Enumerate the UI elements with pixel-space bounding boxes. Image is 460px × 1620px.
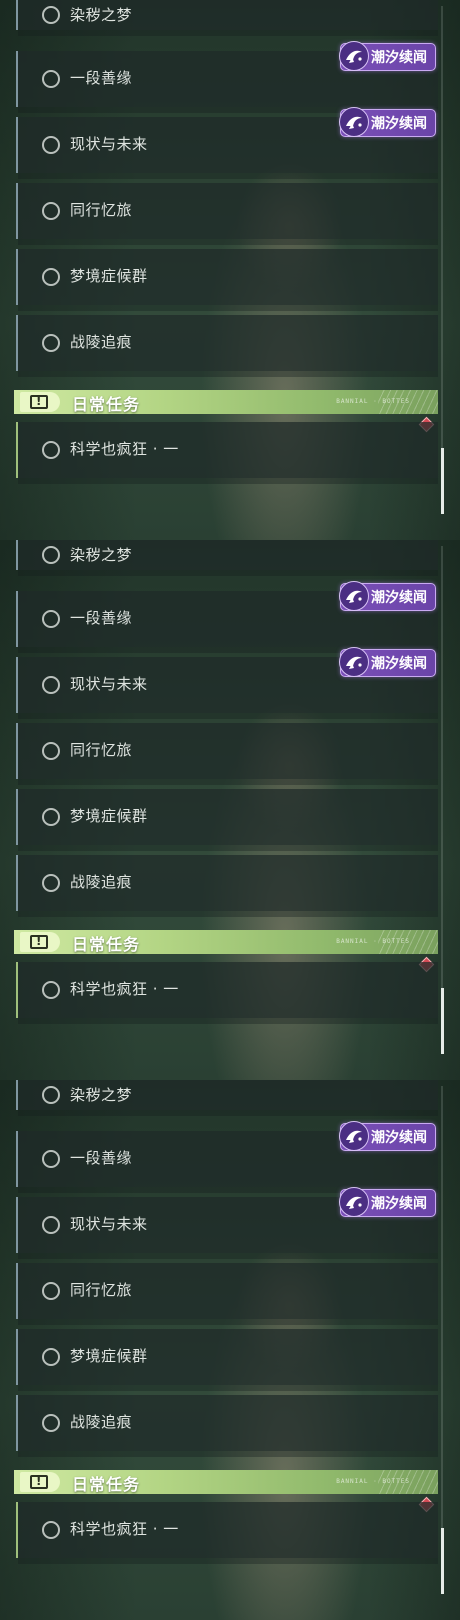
ring-icon	[42, 6, 60, 24]
badge-label: 潮汐续闻	[371, 656, 427, 672]
tidal-story-badge: 潮汐续闻	[339, 41, 436, 71]
ring-icon	[42, 1216, 60, 1234]
ring-icon	[42, 1521, 60, 1539]
scrollbar-thumb[interactable]	[441, 448, 444, 514]
section-title: 日常任务	[72, 935, 141, 954]
section-icon-tab	[20, 1472, 60, 1492]
daily-quest-row[interactable]: 科学也疯狂 · 一	[16, 962, 438, 1024]
quest-label: 战陵追痕	[70, 333, 133, 351]
daily-quest-row[interactable]: 科学也疯狂 · 一	[16, 1502, 438, 1564]
quest-row-tongxing[interactable]: 同行忆旅	[16, 723, 438, 785]
quest-label: 同行忆旅	[70, 741, 133, 759]
tidal-story-badge: 潮汐续闻	[339, 647, 436, 677]
quest-row-ranhui[interactable]: 染秽之梦	[16, 540, 438, 576]
scrollbar-track[interactable]	[441, 1086, 443, 1586]
quest-list-panel: 染秽之梦 一段善缘 现状与未来 同行忆旅 梦境症候群 战陵追痕 潮汐续闻 潮汐续…	[0, 1080, 460, 1620]
quest-list-panel: 染秽之梦 一段善缘 现状与未来 同行忆旅 梦境症候群 战陵追痕 潮汐续闻 潮汐续…	[0, 0, 460, 540]
tidal-story-badge: 潮汐续闻	[339, 107, 436, 137]
quest-label: 现状与未来	[70, 675, 148, 693]
ring-icon	[42, 1414, 60, 1432]
section-icon-tab	[20, 392, 60, 412]
tidal-wave-icon	[339, 647, 369, 677]
quest-label: 染秽之梦	[70, 6, 133, 24]
ring-icon	[42, 1282, 60, 1300]
quest-label: 科学也疯狂 · 一	[70, 980, 179, 998]
badge-label: 潮汐续闻	[371, 1196, 427, 1212]
quest-row-zhanling[interactable]: 战陵追痕	[16, 315, 438, 377]
quest-row-mengjing[interactable]: 梦境症候群	[16, 789, 438, 851]
ring-icon	[42, 1348, 60, 1366]
quest-row-ranhui[interactable]: 染秽之梦	[16, 0, 438, 36]
badge-label: 潮汐续闻	[371, 116, 427, 132]
tidal-wave-icon	[339, 41, 369, 71]
quest-row-tongxing[interactable]: 同行忆旅	[16, 1263, 438, 1325]
scrollbar-thumb[interactable]	[441, 988, 444, 1054]
exclamation-box-icon	[30, 394, 48, 409]
daily-quest-row[interactable]: 科学也疯狂 · 一	[16, 422, 438, 484]
quest-label: 梦境症候群	[70, 1347, 148, 1365]
ring-icon	[42, 1150, 60, 1168]
quest-label: 现状与未来	[70, 1215, 148, 1233]
tidal-wave-icon	[339, 581, 369, 611]
badge-label: 潮汐续闻	[371, 590, 427, 606]
ring-icon	[42, 70, 60, 88]
quest-label: 同行忆旅	[70, 1281, 133, 1299]
ring-icon	[42, 1086, 60, 1104]
section-title: 日常任务	[72, 1475, 141, 1494]
tidal-wave-icon	[339, 1187, 369, 1217]
quest-label: 一段善缘	[70, 1149, 133, 1167]
quest-label: 科学也疯狂 · 一	[70, 440, 179, 458]
tidal-story-badge: 潮汐续闻	[339, 1121, 436, 1151]
quest-list-panel: 染秽之梦 一段善缘 现状与未来 同行忆旅 梦境症候群 战陵追痕 潮汐续闻 潮汐续…	[0, 540, 460, 1080]
ring-icon	[42, 334, 60, 352]
quest-label: 染秽之梦	[70, 1086, 133, 1104]
daily-quests-header[interactable]: 日常任务 BANNIAL · BOTTES	[14, 1470, 438, 1494]
quest-label: 现状与未来	[70, 135, 148, 153]
section-stripes	[378, 1470, 438, 1494]
scrollbar-track[interactable]	[441, 546, 443, 1046]
quest-row-ranhui[interactable]: 染秽之梦	[16, 1080, 438, 1116]
section-icon-tab	[20, 932, 60, 952]
quest-label: 战陵追痕	[70, 873, 133, 891]
quest-label: 科学也疯狂 · 一	[70, 1520, 179, 1538]
quest-label: 一段善缘	[70, 69, 133, 87]
ring-icon	[42, 268, 60, 286]
badge-label: 潮汐续闻	[371, 1130, 427, 1146]
ring-icon	[42, 441, 60, 459]
tidal-story-badge: 潮汐续闻	[339, 1187, 436, 1217]
quest-label: 战陵追痕	[70, 1413, 133, 1431]
quest-label: 一段善缘	[70, 609, 133, 627]
ring-icon	[42, 874, 60, 892]
section-stripes	[378, 390, 438, 414]
tidal-wave-icon	[339, 1121, 369, 1151]
daily-quests-header[interactable]: 日常任务 BANNIAL · BOTTES	[14, 930, 438, 954]
tidal-story-badge: 潮汐续闻	[339, 581, 436, 611]
badge-label: 潮汐续闻	[371, 50, 427, 66]
scrollbar-track[interactable]	[441, 6, 443, 506]
ring-icon	[42, 676, 60, 694]
tidal-wave-icon	[339, 107, 369, 137]
ring-icon	[42, 202, 60, 220]
quest-row-zhanling[interactable]: 战陵追痕	[16, 855, 438, 917]
section-title: 日常任务	[72, 395, 141, 414]
quest-row-mengjing[interactable]: 梦境症候群	[16, 249, 438, 311]
scrollbar-thumb[interactable]	[441, 1528, 444, 1594]
section-stripes	[378, 930, 438, 954]
ring-icon	[42, 546, 60, 564]
quest-label: 梦境症候群	[70, 807, 148, 825]
exclamation-box-icon	[30, 1474, 48, 1489]
exclamation-box-icon	[30, 934, 48, 949]
ring-icon	[42, 610, 60, 628]
quest-row-zhanling[interactable]: 战陵追痕	[16, 1395, 438, 1457]
quest-label: 梦境症候群	[70, 267, 148, 285]
quest-label: 同行忆旅	[70, 201, 133, 219]
daily-quests-header[interactable]: 日常任务 BANNIAL · BOTTES	[14, 390, 438, 414]
quest-label: 染秽之梦	[70, 546, 133, 564]
quest-row-mengjing[interactable]: 梦境症候群	[16, 1329, 438, 1391]
ring-icon	[42, 136, 60, 154]
ring-icon	[42, 808, 60, 826]
ring-icon	[42, 742, 60, 760]
ring-icon	[42, 981, 60, 999]
quest-row-tongxing[interactable]: 同行忆旅	[16, 183, 438, 245]
